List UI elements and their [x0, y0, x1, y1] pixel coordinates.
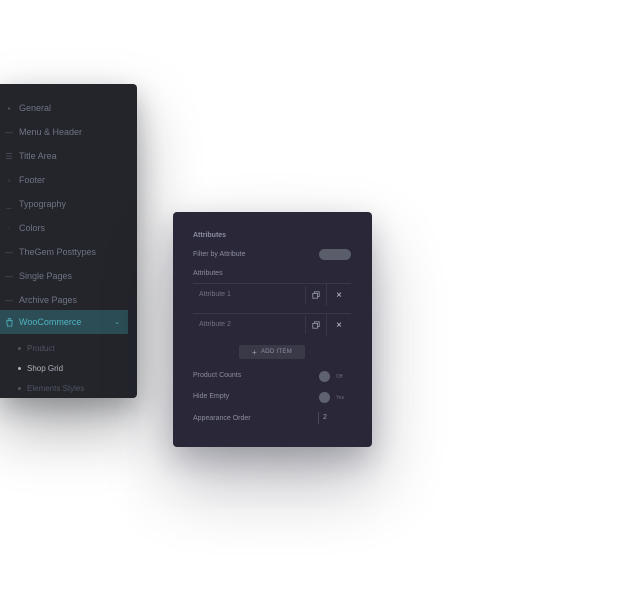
bullet-icon — [18, 366, 21, 370]
nav-item-label: Single Pages — [19, 271, 73, 281]
filter-by-attribute-label: Filter by Attribute — [193, 251, 246, 258]
plus-icon: + — [251, 347, 257, 357]
add-item-button[interactable]: + ADD ITEM — [239, 345, 305, 359]
nav-item-general[interactable]: ▪ General — [0, 96, 128, 120]
nav-item-footer[interactable]: ▫ Footer — [0, 168, 128, 192]
appearance-order-label: Appearance Order — [193, 415, 251, 422]
nav-item-label: Archive Pages — [19, 295, 78, 305]
hide-empty-toggle[interactable] — [319, 392, 330, 403]
attributes-label: Attributes — [193, 270, 223, 277]
row-divider — [326, 284, 327, 306]
nav-item-label: WooCommerce — [19, 317, 82, 327]
nav-item-label: Typography — [19, 199, 67, 209]
product-counts-toggle[interactable] — [319, 371, 330, 382]
product-counts-label: Product Counts — [193, 372, 242, 379]
row-separator — [305, 286, 306, 304]
shopping-bag-icon — [4, 317, 14, 327]
bullet-icon — [18, 386, 21, 390]
row-separator — [305, 316, 306, 334]
nav-item-typography[interactable]: _ Typography — [0, 192, 128, 216]
nav-item-posttypes[interactable]: — TheGem Posttypes — [0, 240, 128, 264]
close-icon[interactable]: × — [333, 319, 345, 331]
nav-item-label: Colors — [19, 223, 46, 233]
subnav-item-label: Elements Styles — [27, 383, 85, 393]
appearance-order-input[interactable]: 2 — [323, 414, 327, 421]
attribute-row[interactable]: Attribute 1 × — [193, 283, 351, 306]
nav-item-single-pages[interactable]: — Single Pages — [0, 264, 128, 288]
filter-by-attribute-toggle[interactable] — [319, 249, 351, 260]
close-icon[interactable]: × — [333, 289, 345, 301]
nav-item-label: Footer — [19, 175, 46, 185]
posttypes-icon: — — [5, 247, 13, 257]
hide-empty-label: Hide Empty — [193, 393, 230, 400]
typography-icon: _ — [6, 199, 12, 209]
subnav-item-elements-styles[interactable]: Elements Styles — [18, 380, 84, 396]
copy-icon[interactable] — [311, 290, 320, 299]
copy-icon[interactable] — [311, 320, 320, 329]
appearance-order-input-border — [318, 412, 319, 424]
attributes-panel: Attributes Filter by Attribute Attribute… — [173, 212, 372, 447]
single-pages-icon: — — [5, 271, 13, 281]
subnav-item-label: Product — [27, 343, 55, 353]
settings-nav-panel: ▪ General — Menu & Header ☰ Title Area ▫… — [0, 84, 137, 398]
section-title: Attributes — [193, 232, 227, 239]
nav-item-title-area[interactable]: ☰ Title Area — [0, 144, 128, 168]
subnav-item-shop-grid[interactable]: Shop Grid — [18, 360, 63, 376]
nav-item-label: General — [19, 103, 52, 113]
hide-empty-caption: Yes — [336, 395, 345, 401]
subnav-item-label: Shop Grid — [27, 363, 64, 373]
attribute-row[interactable]: Attribute 2 × — [193, 313, 351, 336]
title-area-icon: ☰ — [5, 151, 13, 161]
subnav-item-product[interactable]: Product — [18, 340, 55, 356]
product-counts-caption: Off — [336, 374, 343, 380]
nav-item-label: TheGem Posttypes — [19, 247, 97, 257]
chevron-down-icon: ⌄ — [114, 319, 120, 326]
row-divider — [326, 314, 327, 336]
colors-icon: · — [7, 223, 11, 233]
add-item-label: ADD ITEM — [260, 349, 293, 355]
menu-icon: — — [5, 127, 13, 137]
nav-item-label: Menu & Header — [19, 127, 83, 137]
nav-item-archive-pages[interactable]: — Archive Pages — [0, 288, 128, 312]
nav-item-menu-header[interactable]: — Menu & Header — [0, 120, 128, 144]
nav-item-colors[interactable]: · Colors — [0, 216, 128, 240]
nav-item-woocommerce[interactable]: WooCommerce ⌄ — [0, 310, 128, 334]
attribute-name: Attribute 1 — [199, 291, 231, 298]
general-icon: ▪ — [7, 103, 11, 113]
archive-pages-icon: — — [5, 295, 13, 305]
footer-icon: ▫ — [7, 175, 11, 185]
bullet-icon — [18, 346, 21, 350]
attribute-name: Attribute 2 — [199, 321, 231, 328]
nav-item-label: Title Area — [19, 151, 57, 161]
